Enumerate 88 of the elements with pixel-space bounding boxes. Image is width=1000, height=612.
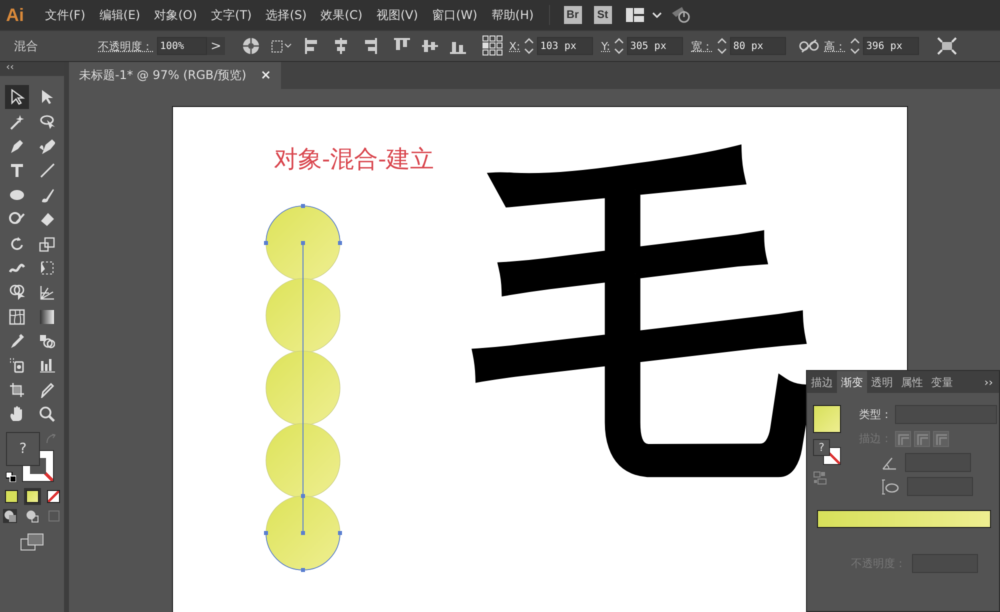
menu-item[interactable]: 选择(S) — [258, 6, 314, 24]
curvature-pen-icon — [39, 138, 55, 154]
pen-icon — [9, 138, 25, 154]
x-field[interactable]: 103 px — [537, 37, 594, 55]
bridge-button[interactable]: Br — [564, 6, 582, 24]
gradient-swatch[interactable] — [26, 490, 38, 504]
close-button[interactable]: × — [260, 68, 272, 83]
slice-icon — [39, 382, 55, 398]
draw-behind-icon[interactable] — [25, 509, 39, 524]
opacity-label: 不透明度： — [98, 38, 153, 54]
panel-tab[interactable]: 描边 — [807, 371, 837, 393]
stepper-icon[interactable] — [717, 37, 728, 55]
caption-text: 对象-混合-建立 — [274, 144, 434, 175]
gradient-preview-swatch[interactable] — [813, 405, 841, 433]
y-label: Y: — [601, 40, 610, 52]
aspect-ratio-icon — [881, 478, 899, 494]
selection-arrow-icon — [9, 89, 25, 106]
more-button[interactable]: > — [207, 37, 225, 55]
width-field[interactable]: 80 px — [730, 37, 786, 55]
eraser-icon — [39, 211, 55, 228]
angle-icon — [881, 456, 897, 470]
selection-arrow-tool[interactable] — [5, 85, 29, 110]
caret-icon[interactable] — [652, 12, 662, 18]
type-icon — [9, 162, 25, 178]
brush-icon — [39, 186, 55, 203]
lasso-icon — [39, 114, 55, 130]
shape-builder-icon — [9, 284, 25, 300]
scale-icon — [39, 236, 55, 252]
stock-button[interactable]: St — [594, 6, 612, 24]
panel-tab[interactable]: 属性 — [897, 371, 927, 393]
screen-mode-icon[interactable] — [20, 533, 44, 552]
menu-item[interactable]: 帮助(H) — [484, 6, 541, 24]
height-label: 高： — [824, 38, 846, 54]
app-logo: Ai — [6, 4, 24, 26]
height-field[interactable]: 396 px — [863, 37, 920, 55]
free-transform-icon — [39, 260, 55, 276]
fill-unknown-swatch[interactable]: ? — [6, 432, 40, 466]
layout-icon[interactable] — [626, 8, 644, 22]
menu-item[interactable]: 对象(O) — [147, 6, 204, 24]
y-field[interactable]: 305 px — [627, 37, 684, 55]
collapse-button[interactable]: ‹‹ — [0, 62, 64, 76]
x-label: X: — [509, 40, 520, 52]
direct-selection-arrow-icon — [39, 89, 55, 106]
menu-item[interactable]: 文字(T) — [204, 6, 259, 24]
selection-label: 混合 — [14, 38, 39, 54]
menu-item[interactable]: 窗口(W) — [425, 6, 484, 24]
panel-expand-button[interactable]: ›› — [978, 371, 999, 393]
blend-icon — [39, 333, 55, 350]
stepper-icon[interactable] — [614, 37, 624, 55]
stepper-icon[interactable] — [850, 37, 860, 55]
stepper-icon[interactable] — [524, 37, 534, 55]
none-swatch[interactable] — [46, 490, 60, 504]
document-title: 未标题-1* @ 97% (RGB/预览) — [79, 67, 246, 84]
artboard-icon — [9, 382, 25, 398]
hand-icon — [9, 406, 25, 422]
document-tab[interactable]: 未标题-1* @ 97% (RGB/预览) × — [69, 62, 282, 89]
panel-tab[interactable]: 透明 — [867, 371, 897, 393]
type-label: 类型： — [859, 407, 892, 422]
unlinked-chain-icon[interactable] — [799, 39, 820, 53]
align-center-icon[interactable] — [332, 37, 350, 55]
menu-item[interactable]: 编辑(E) — [92, 6, 148, 24]
symbol-sprayer-icon — [9, 357, 25, 374]
column-graph-icon — [39, 357, 55, 374]
align-middle-icon[interactable] — [421, 37, 439, 55]
power-icon[interactable] — [670, 5, 692, 25]
line-icon — [39, 162, 55, 178]
recolor-icon[interactable] — [242, 37, 260, 55]
rotate-icon — [9, 236, 25, 252]
menu-item[interactable]: 文件(F) — [38, 6, 92, 24]
reference-point-icon[interactable] — [482, 35, 504, 57]
width-label: 宽： — [691, 38, 714, 54]
default-colors-icon[interactable] — [6, 472, 16, 482]
color-swatch[interactable] — [4, 490, 18, 504]
gradient-icon — [39, 308, 55, 325]
opacity-field[interactable]: 100% — [157, 37, 207, 55]
draw-normal-icon[interactable] — [3, 509, 17, 524]
magic-wand-icon — [9, 114, 25, 130]
menu-item[interactable]: 效果(C) — [314, 6, 370, 24]
panel-tab[interactable]: 变量 — [927, 371, 957, 393]
fill-unknown-swatch[interactable]: ? — [813, 439, 830, 456]
perspective-grid-icon — [39, 284, 55, 300]
align-to-icon[interactable] — [270, 38, 294, 54]
zoom-icon — [39, 406, 55, 422]
menu-item[interactable]: 视图(V) — [369, 6, 426, 24]
eyedropper-icon — [9, 333, 25, 350]
panel-tab[interactable]: 渐变 — [837, 371, 867, 393]
mesh-icon — [9, 308, 25, 325]
transform-icon[interactable] — [937, 37, 958, 55]
